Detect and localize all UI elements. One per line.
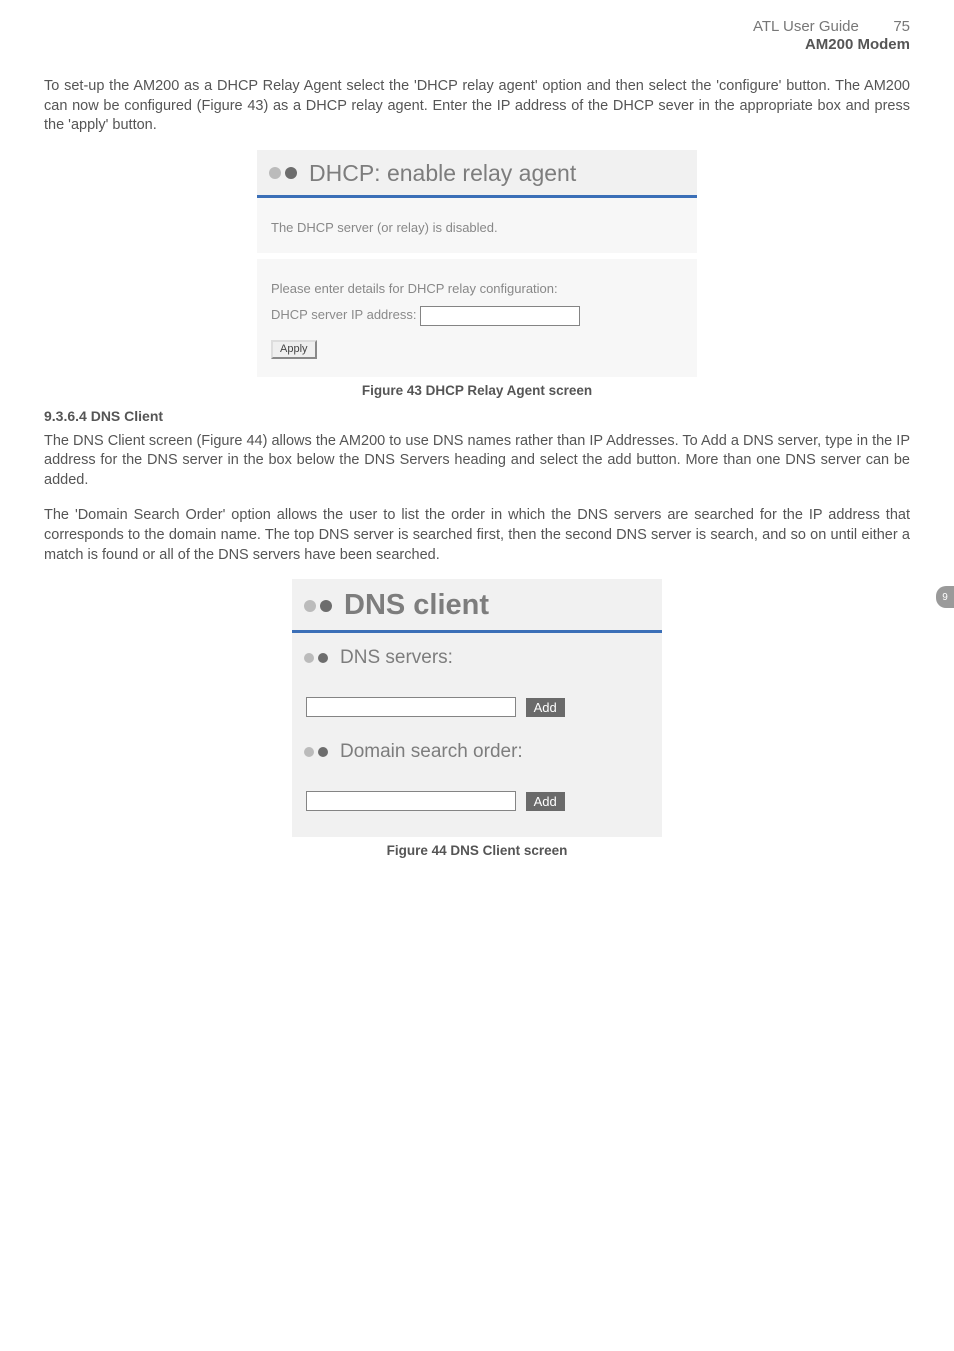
dhcp-ip-label: DHCP server IP address: — [271, 307, 416, 322]
dhcp-config-panel: Please enter details for DHCP relay conf… — [257, 259, 697, 377]
header-title: ATL User Guide — [753, 18, 859, 35]
dots-icon — [304, 600, 336, 612]
domain-search-panel: Add — [292, 773, 662, 837]
figure43-caption: Figure 43 DHCP Relay Agent screen — [44, 383, 910, 398]
dns-server-input[interactable] — [306, 697, 516, 717]
section-tab: 9 — [936, 586, 954, 608]
screenshot-dns-title-bar: DNS client — [292, 579, 662, 630]
paragraph-dhcp-intro: To set-up the AM200 as a DHCP Relay Agen… — [44, 77, 910, 136]
dhcp-config-msg: Please enter details for DHCP relay conf… — [271, 281, 558, 296]
screenshot-dhcp-title: DHCP: enable relay agent — [309, 160, 576, 187]
page-number: 75 — [893, 18, 910, 35]
dhcp-status-panel: The DHCP server (or relay) is disabled. — [257, 198, 697, 253]
heading-dns-client: 9.3.6.4 DNS Client — [44, 408, 910, 424]
screenshot-dns: DNS client DNS servers: Add Domain searc… — [292, 579, 662, 837]
screenshot-dns-title: DNS client — [344, 589, 489, 622]
screenshot-dhcp: DHCP: enable relay agent The DHCP server… — [257, 150, 697, 377]
dns-servers-panel: Add — [292, 679, 662, 735]
dots-icon — [269, 167, 301, 179]
add-domain-search-button[interactable]: Add — [526, 792, 565, 811]
paragraph-dns-1: The DNS Client screen (Figure 44) allows… — [44, 432, 910, 491]
header-subtitle: AM200 Modem — [44, 36, 910, 53]
dots-icon — [304, 747, 332, 757]
dns-servers-label: DNS servers: — [340, 647, 453, 669]
domain-search-label: Domain search order: — [340, 741, 523, 763]
add-dns-server-button[interactable]: Add — [526, 698, 565, 717]
apply-button[interactable]: Apply — [271, 340, 317, 359]
dns-servers-heading: DNS servers: — [292, 633, 662, 679]
domain-search-input[interactable] — [306, 791, 516, 811]
dots-icon — [304, 653, 332, 663]
paragraph-dns-2: The 'Domain Search Order' option allows … — [44, 506, 910, 565]
page-header: ATL User Guide 75 AM200 Modem — [44, 18, 910, 53]
screenshot-dhcp-title-bar: DHCP: enable relay agent — [257, 150, 697, 195]
domain-search-heading: Domain search order: — [292, 735, 662, 773]
figure44-caption: Figure 44 DNS Client screen — [44, 843, 910, 858]
dhcp-ip-input[interactable] — [420, 306, 580, 326]
dhcp-disabled-msg: The DHCP server (or relay) is disabled. — [271, 220, 498, 235]
